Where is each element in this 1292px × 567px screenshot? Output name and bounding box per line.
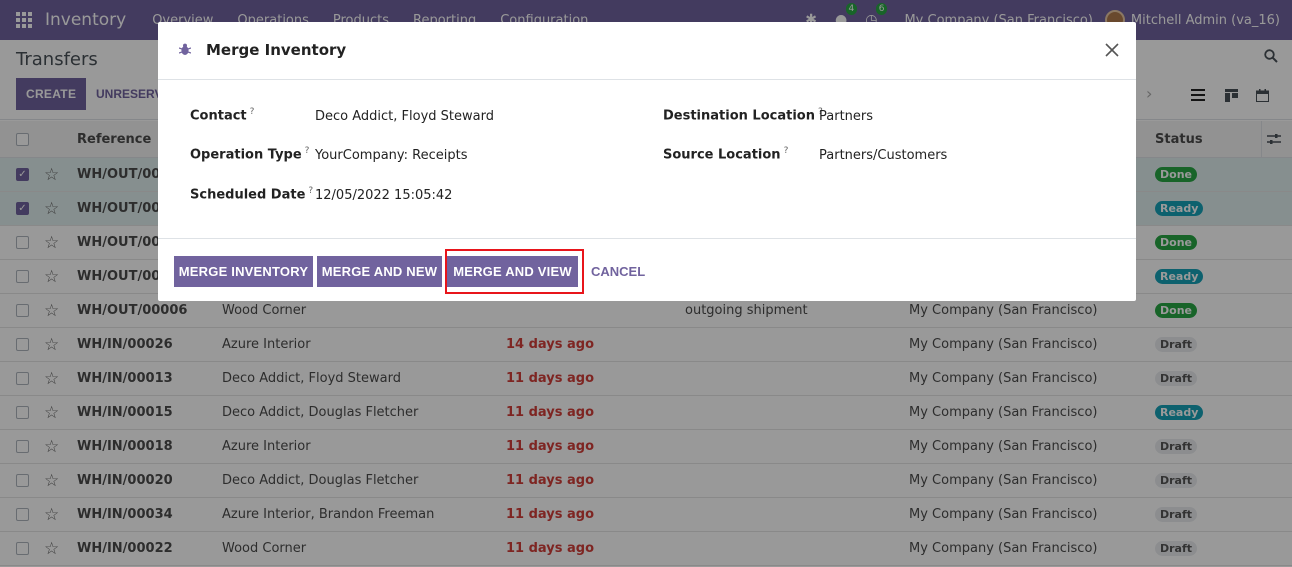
merge-and-new-button[interactable]: MERGE AND NEW (317, 256, 442, 287)
operation-type-value: YourCompany: Receipts (315, 148, 468, 163)
scheduled-date-value: 12/05/2022 15:05:42 (315, 188, 453, 203)
operation-type-label: Operation Type? (190, 146, 310, 163)
merge-inventory-button[interactable]: MERGE INVENTORY (174, 256, 313, 287)
help-tooltip-icon[interactable]: ? (784, 146, 789, 156)
dialog-header: Merge Inventory (158, 22, 1136, 80)
bug-icon (178, 43, 192, 56)
destination-location-label: Destination Location? (663, 107, 823, 124)
merge-inventory-dialog: Merge Inventory Contact? Deco Addict, Fl… (158, 22, 1136, 301)
help-tooltip-icon[interactable]: ? (250, 107, 255, 117)
help-tooltip-icon[interactable]: ? (305, 146, 310, 156)
close-icon[interactable] (1104, 42, 1120, 58)
source-location-label: Source Location? (663, 146, 789, 163)
highlight-box (445, 249, 584, 294)
contact-label: Contact? (190, 107, 255, 124)
contact-value: Deco Addict, Floyd Steward (315, 109, 494, 124)
dialog-footer: MERGE INVENTORY MERGE AND NEW MERGE AND … (158, 238, 1136, 301)
source-location-value: Partners/Customers (819, 148, 948, 163)
dialog-body: Contact? Deco Addict, Floyd Steward Oper… (158, 81, 1136, 238)
help-tooltip-icon[interactable]: ? (308, 186, 313, 196)
destination-location-value: Partners (819, 109, 874, 124)
scheduled-date-label: Scheduled Date? (190, 186, 314, 203)
dialog-title: Merge Inventory (206, 41, 347, 59)
cancel-button[interactable]: CANCEL (591, 256, 645, 287)
